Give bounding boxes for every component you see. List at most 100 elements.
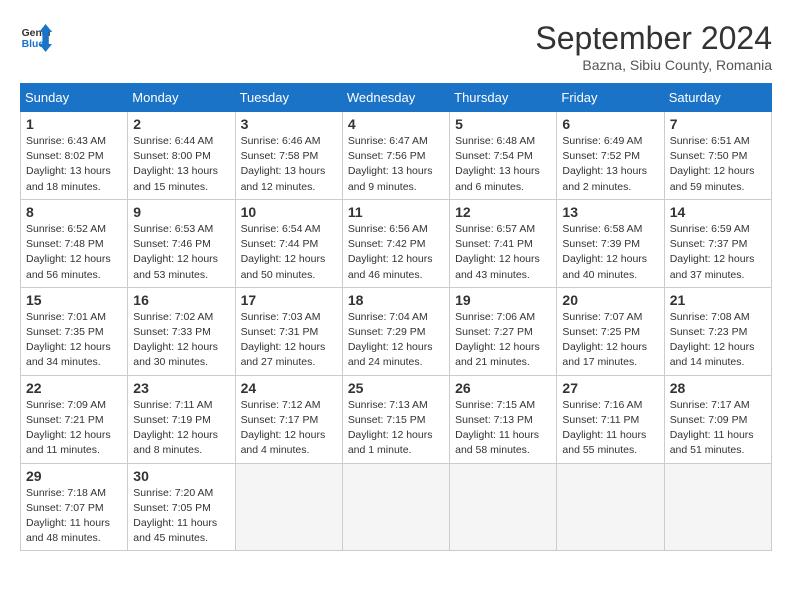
location: Bazna, Sibiu County, Romania — [535, 57, 772, 73]
day-info: Sunrise: 6:56 AM Sunset: 7:42 PM Dayligh… — [348, 222, 444, 283]
day-number: 27 — [562, 380, 658, 396]
day-number: 23 — [133, 380, 229, 396]
calendar-row: 8 Sunrise: 6:52 AM Sunset: 7:48 PM Daylig… — [21, 199, 772, 287]
calendar-cell: 9 Sunrise: 6:53 AM Sunset: 7:46 PM Daylig… — [128, 199, 235, 287]
day-number: 21 — [670, 292, 766, 308]
calendar-cell — [450, 463, 557, 551]
day-number: 4 — [348, 116, 444, 132]
calendar-cell: 24Sunrise: 7:12 AM Sunset: 7:17 PM Dayli… — [235, 375, 342, 463]
calendar-cell: 22Sunrise: 7:09 AM Sunset: 7:21 PM Dayli… — [21, 375, 128, 463]
day-info: Sunrise: 6:53 AM Sunset: 7:46 PM Dayligh… — [133, 222, 229, 283]
day-number: 26 — [455, 380, 551, 396]
calendar-cell: 23 Sunrise: 7:11 AM Sunset: 7:19 PM Dayli… — [128, 375, 235, 463]
calendar-cell: 27 Sunrise: 7:16 AM Sunset: 7:11 PM Dayli… — [557, 375, 664, 463]
day-info: Sunrise: 7:08 AM Sunset: 7:23 PM Dayligh… — [670, 310, 766, 371]
day-of-week-header: Wednesday — [342, 84, 449, 112]
calendar-cell — [664, 463, 771, 551]
day-info: Sunrise: 6:47 AM Sunset: 7:56 PM Dayligh… — [348, 134, 444, 195]
day-number: 5 — [455, 116, 551, 132]
calendar-cell — [235, 463, 342, 551]
day-info: Sunrise: 7:13 AM Sunset: 7:15 PM Dayligh… — [348, 398, 444, 459]
calendar-table: SundayMondayTuesdayWednesdayThursdayFrid… — [20, 83, 772, 551]
day-number: 11 — [348, 204, 444, 220]
day-number: 18 — [348, 292, 444, 308]
day-number: 17 — [241, 292, 337, 308]
month-title: September 2024 — [535, 20, 772, 57]
day-info: Sunrise: 6:48 AM Sunset: 7:54 PM Dayligh… — [455, 134, 551, 195]
day-number: 10 — [241, 204, 337, 220]
day-info: Sunrise: 6:44 AM Sunset: 8:00 PM Dayligh… — [133, 134, 229, 195]
day-info: Sunrise: 6:51 AM Sunset: 7:50 PM Dayligh… — [670, 134, 766, 195]
calendar-cell: 1 Sunrise: 6:43 AM Sunset: 8:02 PM Daylig… — [21, 112, 128, 200]
page-header: General Blue September 2024 Bazna, Sibiu… — [20, 20, 772, 73]
calendar-cell — [557, 463, 664, 551]
day-info: Sunrise: 7:03 AM Sunset: 7:31 PM Dayligh… — [241, 310, 337, 371]
day-number: 25 — [348, 380, 444, 396]
calendar-cell: 19 Sunrise: 7:06 AM Sunset: 7:27 PM Dayli… — [450, 287, 557, 375]
calendar-cell: 8 Sunrise: 6:52 AM Sunset: 7:48 PM Daylig… — [21, 199, 128, 287]
logo-icon: General Blue — [20, 20, 52, 52]
day-number: 29 — [26, 468, 122, 484]
day-number: 9 — [133, 204, 229, 220]
calendar-cell: 26 Sunrise: 7:15 AM Sunset: 7:13 PM Dayli… — [450, 375, 557, 463]
calendar-row: 29 Sunrise: 7:18 AM Sunset: 7:07 PM Dayli… — [21, 463, 772, 551]
day-number: 16 — [133, 292, 229, 308]
calendar-cell: 18 Sunrise: 7:04 AM Sunset: 7:29 PM Dayli… — [342, 287, 449, 375]
day-info: Sunrise: 6:43 AM Sunset: 8:02 PM Dayligh… — [26, 134, 122, 195]
day-number: 20 — [562, 292, 658, 308]
day-info: Sunrise: 6:46 AM Sunset: 7:58 PM Dayligh… — [241, 134, 337, 195]
calendar-cell: 20 Sunrise: 7:07 AM Sunset: 7:25 PM Dayli… — [557, 287, 664, 375]
calendar-cell: 13 Sunrise: 6:58 AM Sunset: 7:39 PM Dayli… — [557, 199, 664, 287]
calendar-cell: 15 Sunrise: 7:01 AM Sunset: 7:35 PM Dayli… — [21, 287, 128, 375]
calendar-row: 22Sunrise: 7:09 AM Sunset: 7:21 PM Dayli… — [21, 375, 772, 463]
day-number: 28 — [670, 380, 766, 396]
logo: General Blue — [20, 20, 52, 52]
calendar-cell: 5 Sunrise: 6:48 AM Sunset: 7:54 PM Daylig… — [450, 112, 557, 200]
calendar-row: 1 Sunrise: 6:43 AM Sunset: 8:02 PM Daylig… — [21, 112, 772, 200]
day-number: 2 — [133, 116, 229, 132]
day-info: Sunrise: 6:52 AM Sunset: 7:48 PM Dayligh… — [26, 222, 122, 283]
day-number: 8 — [26, 204, 122, 220]
day-info: Sunrise: 6:58 AM Sunset: 7:39 PM Dayligh… — [562, 222, 658, 283]
day-number: 13 — [562, 204, 658, 220]
day-info: Sunrise: 7:11 AM Sunset: 7:19 PM Dayligh… — [133, 398, 229, 459]
day-info: Sunrise: 6:59 AM Sunset: 7:37 PM Dayligh… — [670, 222, 766, 283]
day-of-week-header: Saturday — [664, 84, 771, 112]
calendar-cell — [342, 463, 449, 551]
day-of-week-header: Friday — [557, 84, 664, 112]
day-info: Sunrise: 7:17 AM Sunset: 7:09 PM Dayligh… — [670, 398, 766, 459]
day-info: Sunrise: 7:06 AM Sunset: 7:27 PM Dayligh… — [455, 310, 551, 371]
calendar-cell: 4 Sunrise: 6:47 AM Sunset: 7:56 PM Daylig… — [342, 112, 449, 200]
calendar-cell: 7 Sunrise: 6:51 AM Sunset: 7:50 PM Daylig… — [664, 112, 771, 200]
day-number: 15 — [26, 292, 122, 308]
calendar-row: 15 Sunrise: 7:01 AM Sunset: 7:35 PM Dayli… — [21, 287, 772, 375]
calendar-cell: 14Sunrise: 6:59 AM Sunset: 7:37 PM Dayli… — [664, 199, 771, 287]
day-info: Sunrise: 7:02 AM Sunset: 7:33 PM Dayligh… — [133, 310, 229, 371]
day-info: Sunrise: 7:16 AM Sunset: 7:11 PM Dayligh… — [562, 398, 658, 459]
calendar-cell: 12Sunrise: 6:57 AM Sunset: 7:41 PM Dayli… — [450, 199, 557, 287]
title-block: September 2024 Bazna, Sibiu County, Roma… — [535, 20, 772, 73]
calendar-cell: 3 Sunrise: 6:46 AM Sunset: 7:58 PM Daylig… — [235, 112, 342, 200]
day-info: Sunrise: 6:49 AM Sunset: 7:52 PM Dayligh… — [562, 134, 658, 195]
day-number: 7 — [670, 116, 766, 132]
day-number: 3 — [241, 116, 337, 132]
day-info: Sunrise: 7:18 AM Sunset: 7:07 PM Dayligh… — [26, 486, 122, 547]
day-of-week-header: Sunday — [21, 84, 128, 112]
day-number: 24 — [241, 380, 337, 396]
calendar-cell: 30 Sunrise: 7:20 AM Sunset: 7:05 PM Dayli… — [128, 463, 235, 551]
calendar-cell: 21 Sunrise: 7:08 AM Sunset: 7:23 PM Dayli… — [664, 287, 771, 375]
calendar-cell: 29 Sunrise: 7:18 AM Sunset: 7:07 PM Dayli… — [21, 463, 128, 551]
calendar-cell: 2 Sunrise: 6:44 AM Sunset: 8:00 PM Daylig… — [128, 112, 235, 200]
day-number: 19 — [455, 292, 551, 308]
day-of-week-header: Thursday — [450, 84, 557, 112]
day-number: 6 — [562, 116, 658, 132]
day-info: Sunrise: 7:20 AM Sunset: 7:05 PM Dayligh… — [133, 486, 229, 547]
day-number: 22 — [26, 380, 122, 396]
day-number: 1 — [26, 116, 122, 132]
day-number: 30 — [133, 468, 229, 484]
calendar-cell: 6 Sunrise: 6:49 AM Sunset: 7:52 PM Daylig… — [557, 112, 664, 200]
day-info: Sunrise: 7:01 AM Sunset: 7:35 PM Dayligh… — [26, 310, 122, 371]
day-info: Sunrise: 7:15 AM Sunset: 7:13 PM Dayligh… — [455, 398, 551, 459]
day-info: Sunrise: 7:07 AM Sunset: 7:25 PM Dayligh… — [562, 310, 658, 371]
day-info: Sunrise: 7:04 AM Sunset: 7:29 PM Dayligh… — [348, 310, 444, 371]
